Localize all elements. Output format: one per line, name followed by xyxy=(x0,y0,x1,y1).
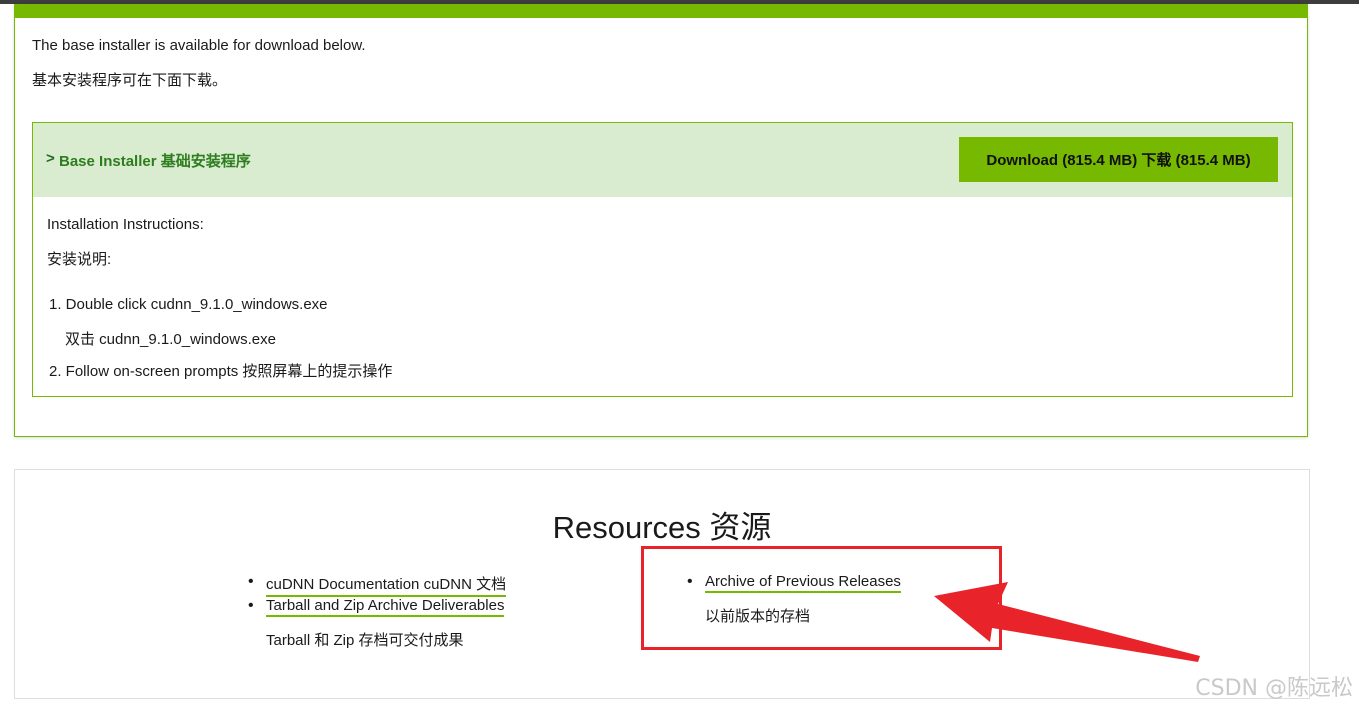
watermark: CSDN @陈远松 xyxy=(1195,676,1353,701)
annotation-arrow-icon xyxy=(934,582,1200,662)
